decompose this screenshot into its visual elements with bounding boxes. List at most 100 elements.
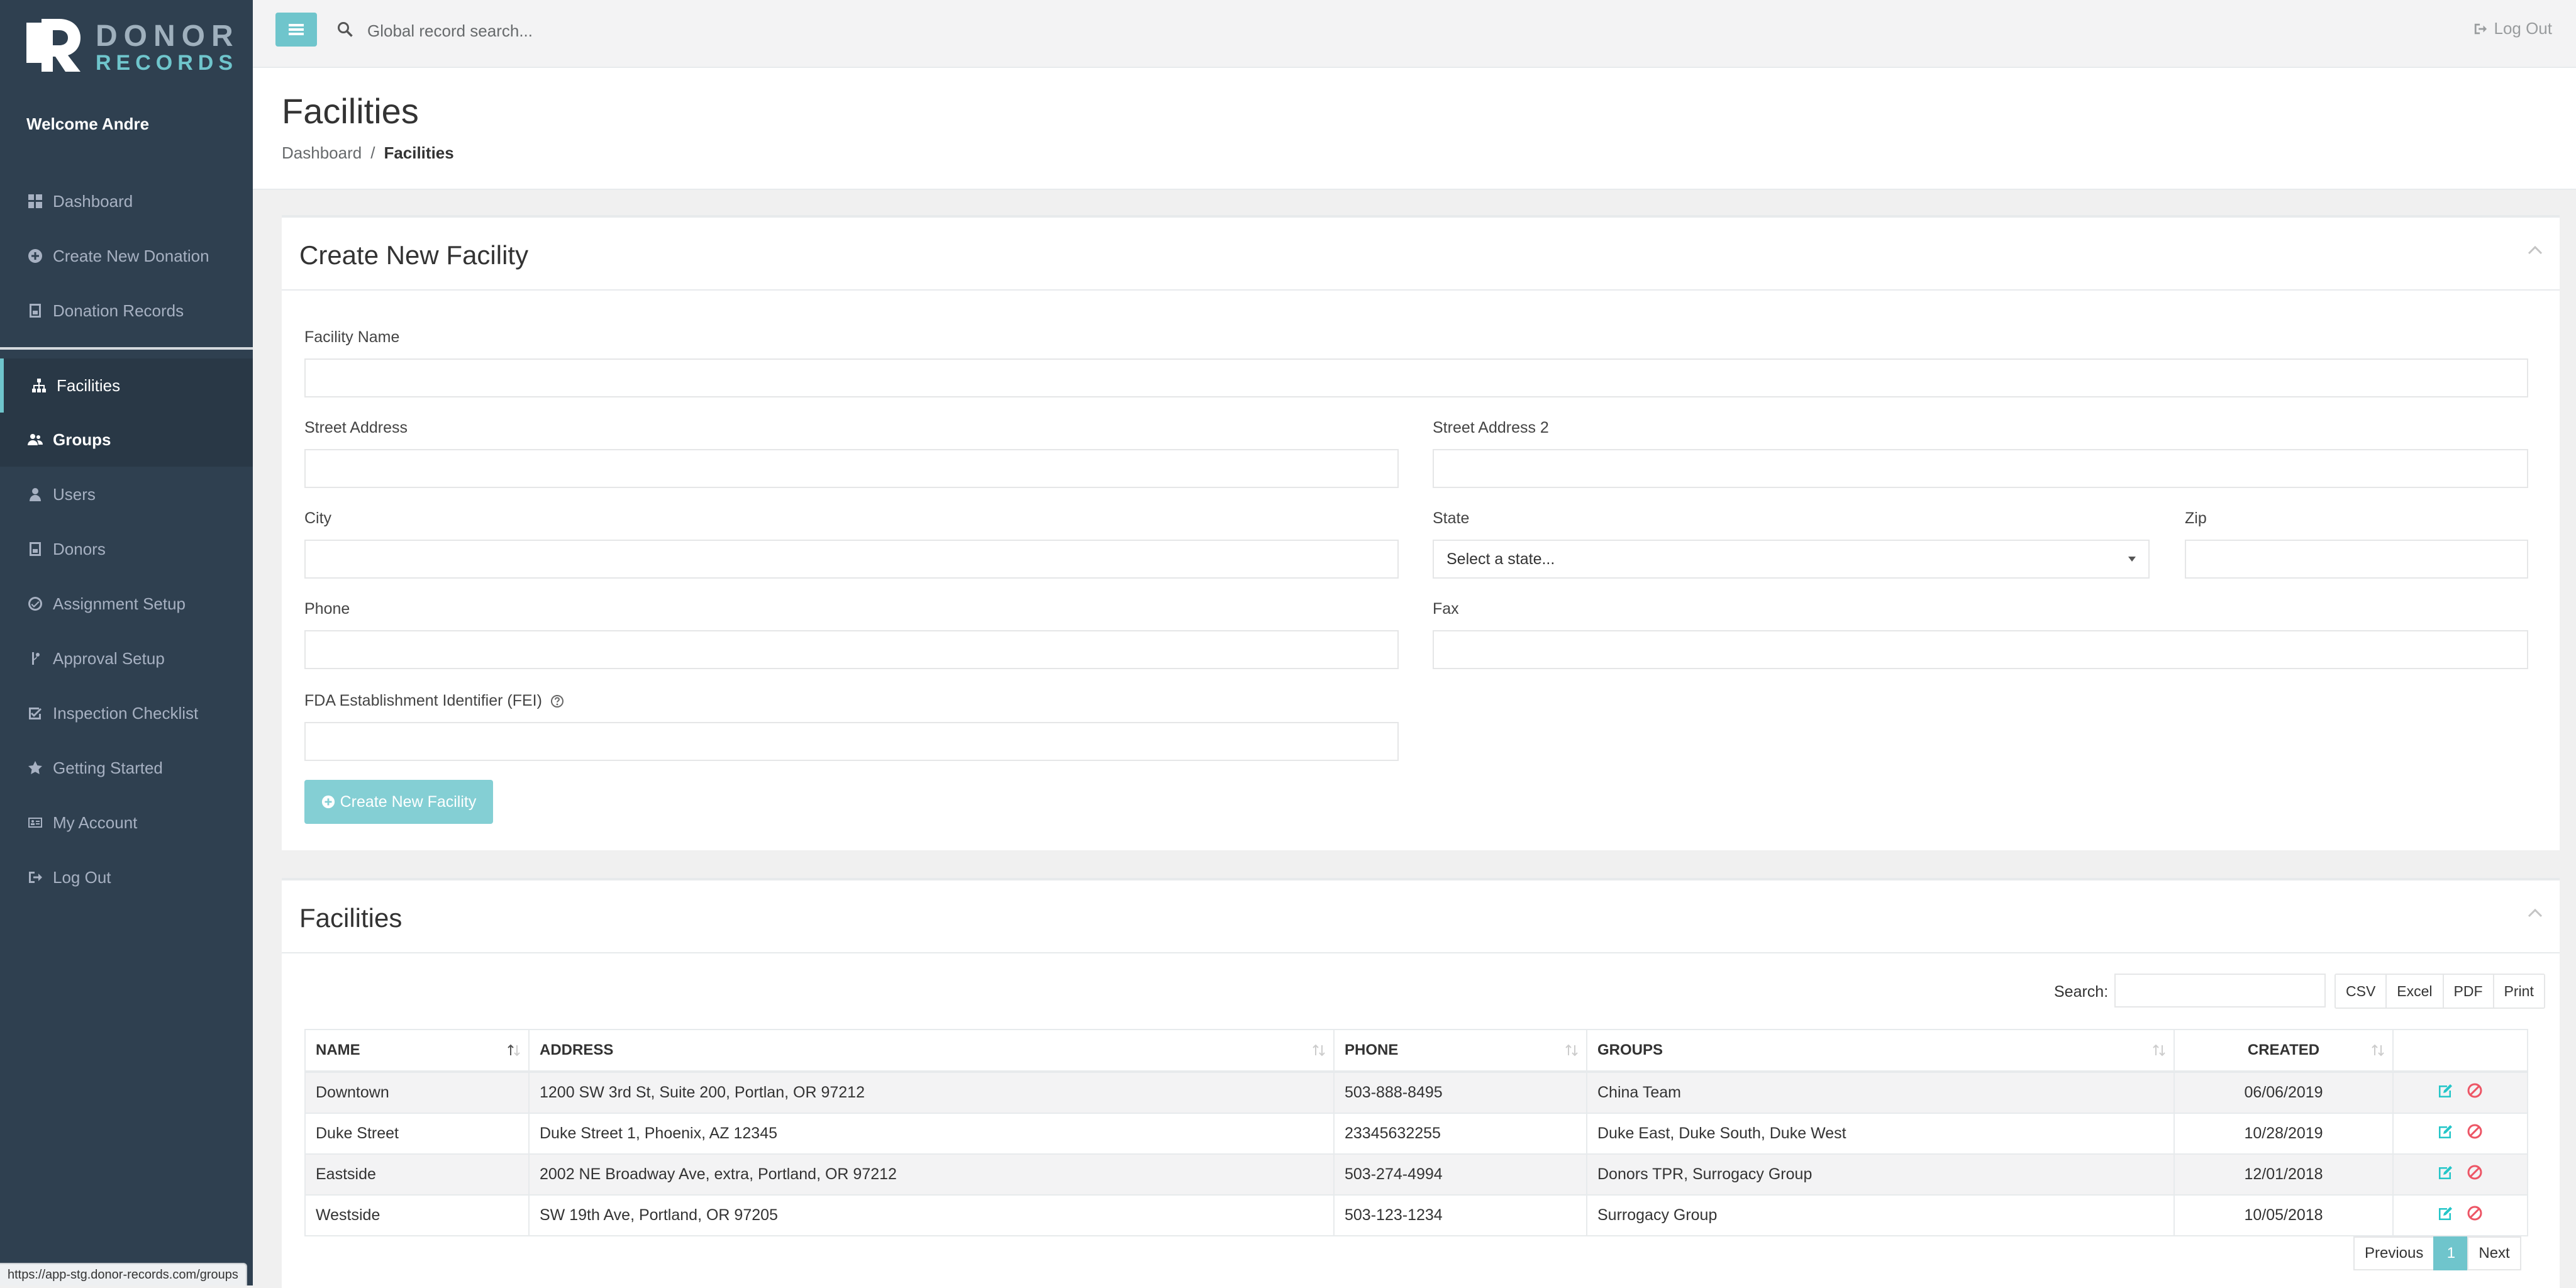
pagination-page[interactable]: 1: [2433, 1236, 2469, 1270]
phone-label: Phone: [304, 600, 350, 618]
table-row: Duke Street Duke Street 1, Phoenix, AZ 1…: [304, 1113, 2528, 1155]
chevron-up-icon[interactable]: [2527, 244, 2543, 255]
create-facility-button[interactable]: Create New Facility: [304, 780, 493, 824]
fei-label: FDA Establishment Identifier (FEI): [304, 692, 564, 710]
sort-icon: [2153, 1044, 2165, 1057]
city-input[interactable]: [304, 540, 1399, 579]
print-button[interactable]: Print: [2494, 975, 2544, 1008]
edit-icon[interactable]: [2437, 1082, 2455, 1099]
cell-phone: 503-274-4994: [1333, 1153, 1587, 1196]
sidebar-item-approval-setup[interactable]: Approval Setup: [0, 631, 253, 686]
sidebar-item-label: Assignment Setup: [53, 594, 186, 613]
sidebar-item-label: Log Out: [53, 867, 111, 887]
file-icon: [26, 302, 44, 319]
sidebar-item-donation-records[interactable]: Donation Records: [0, 284, 253, 338]
fei-input[interactable]: [304, 722, 1399, 761]
brand-logo[interactable]: DONOR RECORDS: [26, 19, 233, 74]
pagination-next[interactable]: Next: [2467, 1236, 2521, 1270]
global-search-input[interactable]: [366, 16, 935, 45]
cell-actions: [2392, 1113, 2528, 1155]
table-row: Eastside 2002 NE Broadway Ave, extra, Po…: [304, 1153, 2528, 1196]
users-icon: [26, 431, 44, 448]
cell-phone: 503-888-8495: [1333, 1071, 1587, 1114]
sort-asc-icon: [508, 1044, 520, 1057]
sign-out-icon: [26, 869, 44, 886]
state-select-value: Select a state...: [1446, 550, 1555, 568]
edit-icon[interactable]: [2437, 1123, 2455, 1140]
sidebar-item-dashboard[interactable]: Dashboard: [0, 174, 253, 228]
sidebar-item-donors[interactable]: Donors: [0, 522, 253, 576]
fax-input[interactable]: [1433, 630, 2528, 669]
welcome-text: Welcome Andre: [26, 114, 150, 133]
breadcrumb-current: Facilities: [384, 143, 454, 162]
column-header-name[interactable]: NAME: [304, 1029, 530, 1073]
plus-circle-icon: [26, 247, 44, 265]
column-label: ADDRESS: [540, 1041, 614, 1058]
zip-input[interactable]: [2185, 540, 2528, 579]
table-search-input[interactable]: [2114, 974, 2326, 1008]
pagination-previous[interactable]: Previous: [2353, 1236, 2435, 1270]
sidebar: DONOR RECORDS Welcome Andre Dashboard Cr…: [0, 0, 253, 1285]
plus-circle-icon: [321, 795, 335, 809]
facility-name-label: Facility Name: [304, 328, 400, 346]
page-title: Facilities: [282, 91, 419, 131]
delete-icon[interactable]: [2466, 1204, 2484, 1222]
phone-input[interactable]: [304, 630, 1399, 669]
column-label: NAME: [316, 1041, 360, 1058]
column-header-groups[interactable]: GROUPS: [1586, 1029, 2175, 1073]
sidebar-item-my-account[interactable]: My Account: [0, 796, 253, 850]
delete-icon[interactable]: [2466, 1082, 2484, 1099]
cell-address: 2002 NE Broadway Ave, extra, Portland, O…: [528, 1153, 1335, 1196]
sidebar-item-assignment-setup[interactable]: Assignment Setup: [0, 577, 253, 631]
fei-label-text: FDA Establishment Identifier (FEI): [304, 692, 542, 709]
create-facility-panel: Create New Facility Facility Name Street…: [282, 215, 2560, 850]
sidebar-item-label: Inspection Checklist: [53, 703, 199, 723]
export-buttons: CSV Excel PDF Print: [2334, 974, 2545, 1009]
export-pdf-button[interactable]: PDF: [2443, 975, 2494, 1008]
state-select[interactable]: Select a state...: [1433, 540, 2150, 579]
cell-created: 06/06/2019: [2174, 1071, 2394, 1114]
column-header-created[interactable]: CREATED: [2174, 1029, 2394, 1073]
breadcrumb-dashboard-link[interactable]: Dashboard: [282, 143, 362, 163]
column-header-address[interactable]: ADDRESS: [528, 1029, 1335, 1073]
cell-groups: China Team: [1586, 1071, 2175, 1114]
export-excel-button[interactable]: Excel: [2387, 975, 2444, 1008]
panel-header: Create New Facility: [282, 218, 2560, 291]
logout-link[interactable]: Log Out: [2473, 19, 2552, 38]
star-icon: [26, 759, 44, 777]
sidebar-item-label: Getting Started: [53, 758, 163, 777]
dashboard-icon: [26, 192, 44, 210]
zip-label: Zip: [2185, 509, 2207, 527]
delete-icon[interactable]: [2466, 1163, 2484, 1181]
export-csv-button[interactable]: CSV: [2336, 975, 2387, 1008]
sidebar-item-getting-started[interactable]: Getting Started: [0, 741, 253, 795]
facilities-table: NAME ADDRESS PHONE GROUPS CREATED Downto…: [304, 1029, 2528, 1236]
file-icon: [26, 540, 44, 558]
column-header-phone[interactable]: PHONE: [1333, 1029, 1587, 1073]
facility-name-input[interactable]: [304, 358, 2528, 397]
cell-actions: [2392, 1153, 2528, 1196]
sidebar-item-facilities[interactable]: Facilities: [0, 358, 253, 413]
check-circle-icon: [26, 595, 44, 613]
cell-address: Duke Street 1, Phoenix, AZ 12345: [528, 1113, 1335, 1155]
sidebar-item-log-out[interactable]: Log Out: [0, 850, 253, 904]
edit-icon[interactable]: [2437, 1163, 2455, 1181]
sidebar-item-label: My Account: [53, 813, 138, 832]
sidebar-item-groups[interactable]: Groups: [0, 413, 253, 467]
street-address-input[interactable]: [304, 449, 1399, 488]
cell-actions: [2392, 1071, 2528, 1114]
panel-title: Facilities: [299, 903, 402, 933]
sidebar-item-users[interactable]: Users: [0, 467, 253, 521]
street-address2-input[interactable]: [1433, 449, 2528, 488]
top-bar: Log Out: [253, 0, 2576, 68]
fax-label: Fax: [1433, 600, 1459, 618]
edit-icon[interactable]: [2437, 1204, 2455, 1222]
chevron-up-icon[interactable]: [2527, 907, 2543, 918]
branch-icon: [26, 650, 44, 667]
sidebar-item-inspection-checklist[interactable]: Inspection Checklist: [0, 686, 253, 740]
delete-icon[interactable]: [2466, 1123, 2484, 1140]
menu-toggle-button[interactable]: [275, 13, 317, 47]
cell-actions: [2392, 1194, 2528, 1236]
help-icon[interactable]: [550, 694, 564, 708]
sidebar-item-create-new-donation[interactable]: Create New Donation: [0, 229, 253, 283]
